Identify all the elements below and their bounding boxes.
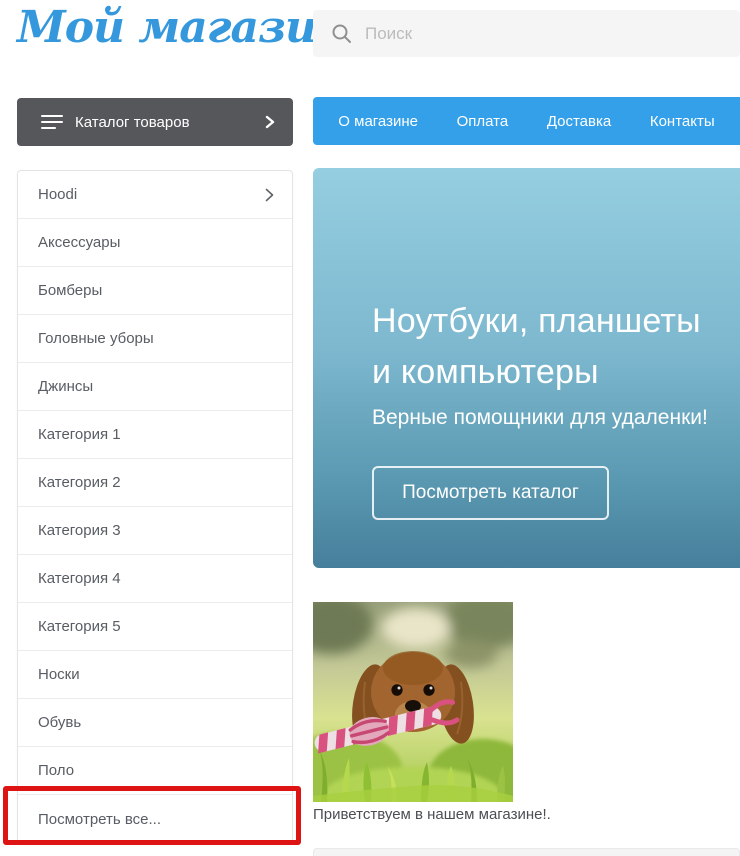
chevron-right-icon xyxy=(265,188,274,202)
sidebar-item-label: Головные уборы xyxy=(38,330,154,347)
sidebar-item-label: Категория 1 xyxy=(38,426,121,443)
hero-banner: Ноутбуки, планшеты и компьютеры Верные п… xyxy=(313,168,740,568)
catalog-toggle-button[interactable]: Каталог товаров xyxy=(17,98,293,146)
sidebar-item-label: Категория 4 xyxy=(38,570,121,587)
sidebar-item-label: Категория 3 xyxy=(38,522,121,539)
sidebar-item[interactable]: Категория 2 xyxy=(18,459,292,507)
sidebar-item[interactable]: Категория 5 xyxy=(18,603,292,651)
sidebar-item-label: Посмотреть все... xyxy=(38,811,161,828)
hamburger-icon xyxy=(41,111,63,133)
sidebar-item[interactable]: Поло xyxy=(18,747,292,795)
sidebar-item[interactable]: Обувь xyxy=(18,699,292,747)
top-nav: О магазине Оплата Доставка Контакты xyxy=(313,97,740,145)
nav-item[interactable]: Доставка xyxy=(547,113,611,130)
sidebar-item[interactable]: Бомберы xyxy=(18,267,292,315)
puppy-with-rope-toy-photo xyxy=(313,602,513,802)
shop-homepage: Мой магазин Каталог товаров О магазине Оп… xyxy=(0,0,740,856)
sidebar-item[interactable]: Аксессуары xyxy=(18,219,292,267)
sidebar-item[interactable]: Носки xyxy=(18,651,292,699)
sidebar-item-label: Hoodi xyxy=(38,186,77,203)
sidebar-item-label: Носки xyxy=(38,666,80,683)
sidebar-item[interactable]: Посмотреть все... xyxy=(18,795,292,843)
nav-item[interactable]: О магазине xyxy=(338,113,418,130)
sidebar-item[interactable]: Категория 1 xyxy=(18,411,292,459)
hero-title: Ноутбуки, планшеты и компьютеры xyxy=(372,296,701,398)
sidebar-item[interactable]: Категория 3 xyxy=(18,507,292,555)
sidebar-item[interactable]: Категория 4 xyxy=(18,555,292,603)
welcome-text: Приветствуем в нашем магазине!. xyxy=(313,806,551,823)
sidebar-item[interactable]: Головные уборы xyxy=(18,315,292,363)
sidebar-item-label: Категория 2 xyxy=(38,474,121,491)
chevron-right-icon xyxy=(265,115,275,129)
hero-title-line2: и компьютеры xyxy=(372,347,701,398)
sidebar-item-label: Поло xyxy=(38,762,74,779)
view-catalog-button[interactable]: Посмотреть каталог xyxy=(372,466,609,520)
category-menu: Hoodi Аксессуары Бомберы Головные уборы Джин… xyxy=(17,170,293,844)
sidebar-item-label: Обувь xyxy=(38,714,81,731)
search-icon xyxy=(331,23,353,45)
sidebar-item-label: Джинсы xyxy=(38,378,93,395)
shop-logo: Мой магазин xyxy=(17,2,347,53)
sidebar-item-label: Категория 5 xyxy=(38,618,121,635)
nav-item[interactable]: Оплата xyxy=(457,113,509,130)
search-bar xyxy=(313,10,740,57)
hero-title-line1: Ноутбуки, планшеты xyxy=(372,296,701,347)
sidebar-item[interactable]: Hoodi xyxy=(18,171,292,219)
catalog-button-label: Каталог товаров xyxy=(75,114,190,131)
sidebar-item-label: Аксессуары xyxy=(38,234,120,251)
search-input[interactable] xyxy=(353,10,740,57)
nav-item[interactable]: Контакты xyxy=(650,113,715,130)
sidebar-item-label: Бомберы xyxy=(38,282,102,299)
hero-subtitle: Верные помощники для удаленки! xyxy=(372,406,708,430)
sidebar-item[interactable]: Джинсы xyxy=(18,363,292,411)
footer-top-edge xyxy=(313,848,740,856)
